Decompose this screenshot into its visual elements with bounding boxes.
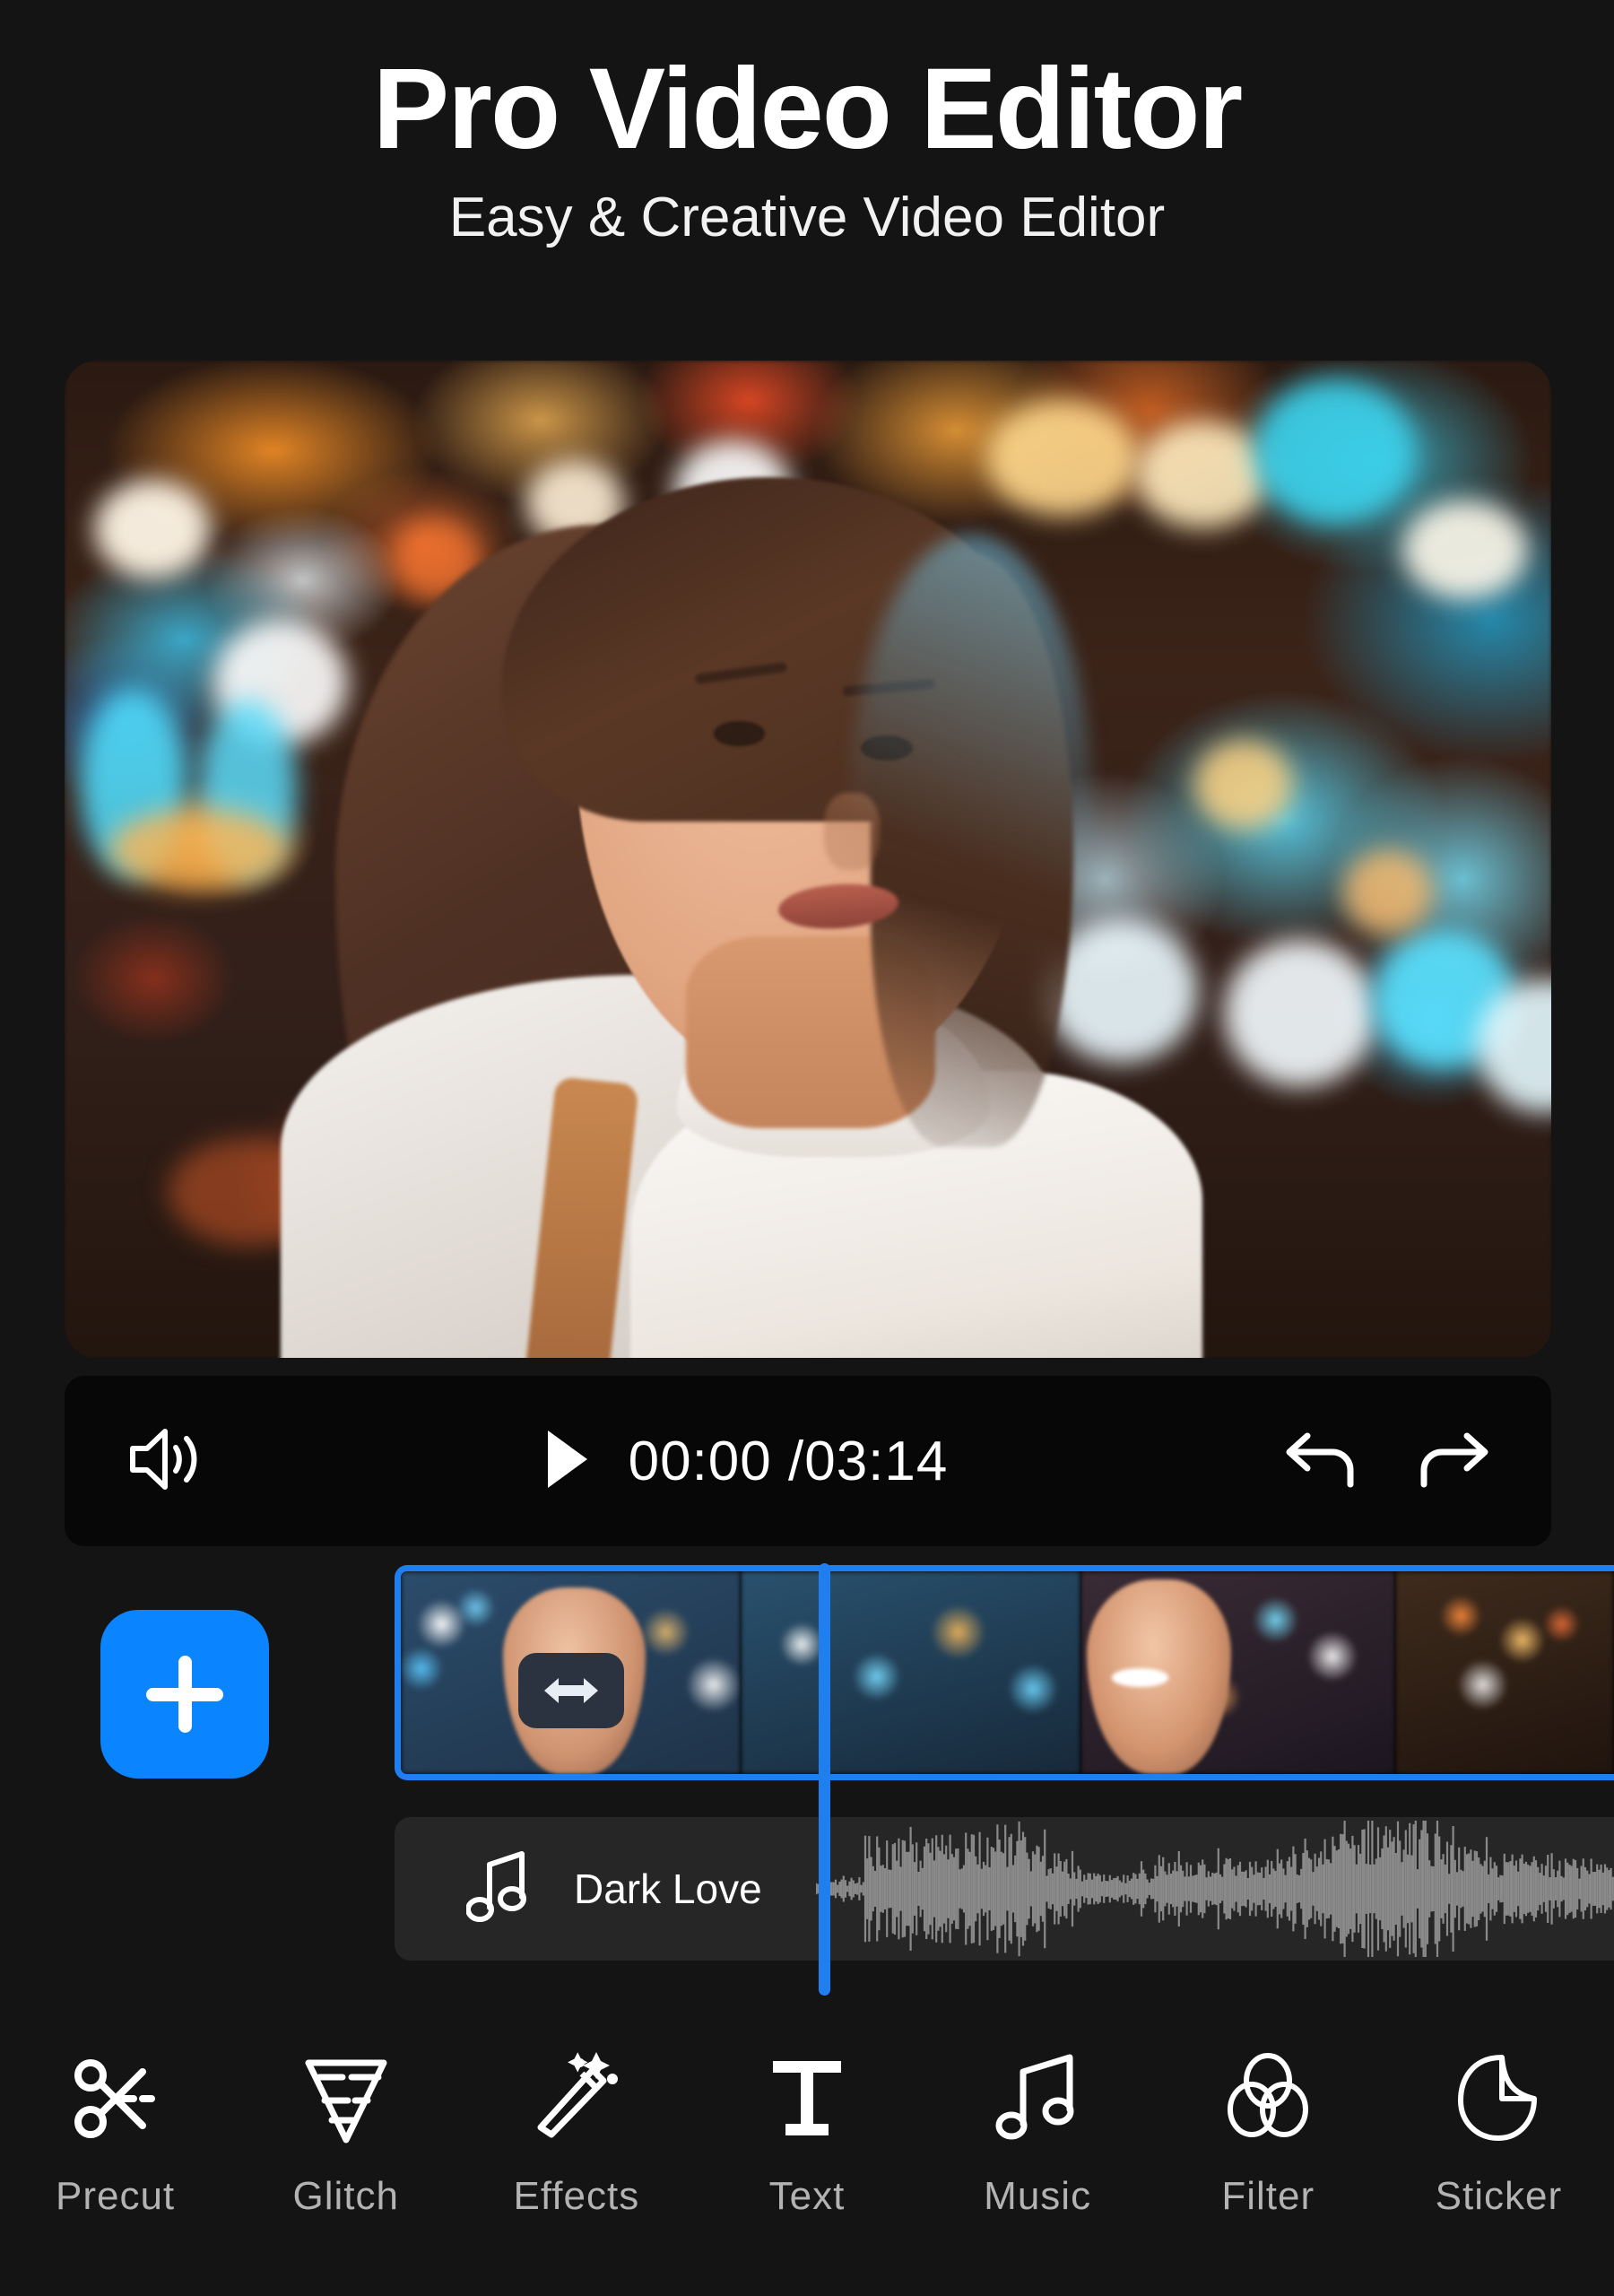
volume-icon (130, 1428, 197, 1490)
play-button[interactable] (542, 1427, 593, 1496)
add-media-button[interactable] (100, 1610, 269, 1779)
tab-precut[interactable]: Precut (0, 2045, 230, 2219)
text-t-icon (772, 2061, 841, 2135)
app-title: Pro Video Editor (372, 45, 1243, 173)
undo-icon (1286, 1432, 1354, 1487)
tab-label: Effects (513, 2174, 640, 2218)
sticker-icon (1458, 2055, 1538, 2141)
audio-waveform (816, 1821, 1614, 1957)
transition-button[interactable] (518, 1653, 624, 1728)
tab-filter[interactable]: Filter (1153, 2045, 1384, 2219)
tab-label: Glitch (292, 2174, 399, 2218)
video-editor-app: Pro Video Editor Easy & Creative Video E… (0, 0, 1614, 2296)
tab-label: Filter (1221, 2174, 1315, 2218)
music-track[interactable]: Dark Love (395, 1817, 1614, 1961)
tab-label: Sticker (1435, 2174, 1563, 2218)
tab-label: Precut (55, 2174, 176, 2218)
play-icon (547, 1430, 587, 1488)
undo-button[interactable] (1282, 1427, 1361, 1496)
music-note-icon (995, 2054, 1074, 2140)
video-preview[interactable] (65, 361, 1551, 1358)
table-row[interactable] (740, 1571, 1080, 1774)
table-row[interactable] (1395, 1571, 1614, 1774)
transition-arrows-icon (544, 1678, 598, 1703)
preview-subject (280, 400, 1239, 1358)
tab-label: Music (984, 2174, 1092, 2218)
glitch-funnel-icon (305, 2059, 387, 2144)
player-control-bar: 00:00 /03:14 (65, 1376, 1551, 1546)
filter-circles-icon (1228, 2053, 1309, 2137)
tab-sticker[interactable]: Sticker (1384, 2045, 1614, 2219)
scissors-icon (74, 2059, 155, 2138)
tab-music[interactable]: Music (923, 2045, 1153, 2219)
app-subtitle: Easy & Creative Video Editor (448, 187, 1166, 248)
playback-section: 00:00 /03:14 (208, 1427, 1282, 1496)
music-note-icon (465, 1850, 526, 1922)
table-row[interactable] (1080, 1571, 1396, 1774)
timeline-playhead[interactable] (819, 1563, 830, 1996)
preview-image (65, 361, 1551, 1358)
volume-button[interactable] (126, 1423, 208, 1500)
music-track-title: Dark Love (574, 1866, 762, 1912)
magic-wand-icon (537, 2052, 618, 2138)
tab-glitch[interactable]: Glitch (230, 2045, 461, 2219)
plus-icon-vertical (178, 1656, 192, 1733)
tab-text[interactable]: Text (691, 2045, 922, 2219)
tab-effects[interactable]: Effects (461, 2045, 691, 2219)
header: Pro Video Editor Easy & Creative Video E… (0, 0, 1614, 246)
redo-button[interactable] (1413, 1427, 1492, 1496)
timeline: Dark Love (0, 1565, 1614, 1996)
time-display: 00:00 /03:14 (628, 1430, 949, 1492)
editing-toolbar: Precut Glitch Effects Text Music Filter … (0, 2045, 1614, 2296)
tab-label: Text (768, 2174, 846, 2218)
redo-icon (1420, 1432, 1488, 1487)
music-note-button[interactable] (465, 1848, 531, 1930)
